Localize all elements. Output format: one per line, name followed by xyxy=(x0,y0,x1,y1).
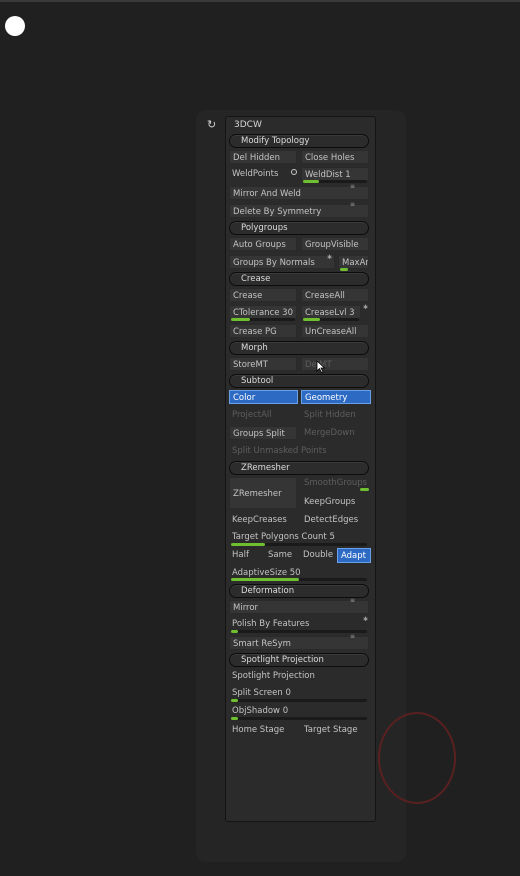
zremesher-button[interactable]: ZRemesher xyxy=(229,477,297,509)
weld-dist-slider[interactable]: WeldDist 1 xyxy=(301,167,369,181)
target-stage-button[interactable]: Target Stage xyxy=(301,723,369,737)
refresh-icon[interactable]: ↻ xyxy=(207,118,216,131)
crease-button[interactable]: Crease xyxy=(229,288,297,302)
project-all-button[interactable]: ProjectAll xyxy=(229,408,297,422)
record-indicator-icon xyxy=(5,16,25,36)
ctolerance-slider[interactable]: CTolerance 30 xyxy=(229,305,297,319)
crease-pg-button[interactable]: Crease PG xyxy=(229,324,297,338)
section-header-morph[interactable]: Morph xyxy=(229,341,369,355)
options-icon[interactable]: ≡ xyxy=(350,597,355,604)
split-hidden-button[interactable]: Split Hidden xyxy=(301,408,369,422)
group-visible-button[interactable]: GroupVisible xyxy=(301,237,369,251)
section-header-label: Morph xyxy=(241,343,268,353)
section-header-zremesher[interactable]: ZRemesher xyxy=(229,461,369,475)
max-angle-fill xyxy=(340,268,348,271)
section-header-label: ZRemesher xyxy=(241,463,290,473)
section-header-label: Spotlight Projection xyxy=(241,655,324,665)
mirror-and-weld-button[interactable]: Mirror And Weld xyxy=(229,186,369,200)
store-mt-button[interactable]: StoreMT xyxy=(229,357,297,371)
smooth-groups-fill xyxy=(360,488,369,491)
section-header-polygroups[interactable]: Polygroups xyxy=(229,221,369,235)
crease-all-button[interactable]: CreaseAll xyxy=(301,288,369,302)
mouse-cursor-icon xyxy=(316,360,326,373)
keep-creases-button[interactable]: KeepCreases xyxy=(229,513,299,527)
keep-groups-button[interactable]: KeepGroups xyxy=(301,495,369,509)
smart-resym-button[interactable]: Smart ReSym xyxy=(229,636,369,650)
options-icon[interactable]: ≡ xyxy=(350,183,355,190)
color-button[interactable]: Color xyxy=(229,390,298,404)
adaptive-size-fill xyxy=(231,578,299,581)
palette-title: 3DCW xyxy=(234,120,262,130)
obj-shadow-slider[interactable]: ObjShadow 0 xyxy=(229,704,369,718)
delete-by-symmetry-button[interactable]: Delete By Symmetry xyxy=(229,204,369,218)
options-icon[interactable]: ✱ xyxy=(327,254,332,261)
adapt-button[interactable]: Adapt xyxy=(337,548,371,563)
detect-edges-button[interactable]: DetectEdges xyxy=(301,513,369,527)
auto-groups-button[interactable]: Auto Groups xyxy=(229,237,297,251)
half-button[interactable]: Half xyxy=(232,549,249,561)
polish-by-features-slider[interactable]: Polish By Features xyxy=(229,617,369,631)
target-polygons-fill xyxy=(231,543,265,546)
red-circle-overlay xyxy=(378,712,456,804)
options-icon[interactable]: ≡ xyxy=(350,201,355,208)
split-screen-fill xyxy=(231,699,238,702)
spotlight-projection-button[interactable]: Spotlight Projection xyxy=(229,669,369,683)
groups-split-button[interactable]: Groups Split xyxy=(229,426,297,440)
weld-dist-fill xyxy=(303,180,319,183)
section-header-deformation[interactable]: Deformation xyxy=(229,584,369,598)
options-icon[interactable]: ≡ xyxy=(350,633,355,640)
section-header-label: Crease xyxy=(241,274,271,284)
groups-by-normals-button[interactable]: Groups By Normals xyxy=(229,255,335,269)
geometry-button[interactable]: Geometry xyxy=(301,390,371,404)
del-mt-button[interactable]: DelMT xyxy=(301,357,369,371)
crease-level-fill xyxy=(303,318,320,321)
crease-level-slider[interactable]: CreaseLvl 3 xyxy=(301,305,361,319)
section-header-subtool[interactable]: Subtool xyxy=(229,374,369,388)
max-angle-slider[interactable]: MaxAng xyxy=(338,255,369,269)
section-header-label: Deformation xyxy=(241,586,295,596)
section-header-modify-topology[interactable]: Modify Topology xyxy=(229,134,369,148)
section-header-label: Subtool xyxy=(241,376,274,386)
section-header-label: Modify Topology xyxy=(241,136,310,146)
section-header-label: Polygroups xyxy=(241,223,288,233)
section-header-spotlight-projection[interactable]: Spotlight Projection xyxy=(229,653,369,667)
split-screen-track[interactable] xyxy=(231,699,367,702)
double-button[interactable]: Double xyxy=(303,549,333,561)
options-icon[interactable]: ✱ xyxy=(363,304,368,311)
split-unmasked-points-button[interactable]: Split Unmasked Points xyxy=(229,444,369,458)
split-screen-slider[interactable]: Split Screen 0 xyxy=(229,686,369,700)
del-hidden-button[interactable]: Del Hidden xyxy=(229,150,297,164)
polish-by-features-fill xyxy=(231,630,238,633)
polish-by-features-track[interactable] xyxy=(231,630,367,633)
close-holes-button[interactable]: Close Holes xyxy=(301,150,369,164)
top-border xyxy=(0,0,520,2)
merge-down-button[interactable]: MergeDown xyxy=(301,426,369,440)
mirror-button[interactable]: Mirror xyxy=(229,600,369,614)
same-button[interactable]: Same xyxy=(268,549,292,561)
obj-shadow-fill xyxy=(231,717,238,720)
weld-points-button[interactable]: WeldPoints xyxy=(229,167,289,181)
options-icon[interactable]: ✱ xyxy=(363,616,368,623)
uncrease-all-button[interactable]: UnCreaseAll xyxy=(301,324,369,338)
smooth-groups-slider[interactable]: SmoothGroups xyxy=(301,476,369,490)
obj-shadow-track[interactable] xyxy=(231,717,367,720)
home-stage-button[interactable]: Home Stage xyxy=(229,723,299,737)
ctolerance-fill xyxy=(231,318,250,321)
section-header-crease[interactable]: Crease xyxy=(229,272,369,286)
weld-points-toggle-icon[interactable] xyxy=(291,169,297,175)
target-polygons-slider[interactable]: Target Polygons Count 5 xyxy=(229,530,369,544)
